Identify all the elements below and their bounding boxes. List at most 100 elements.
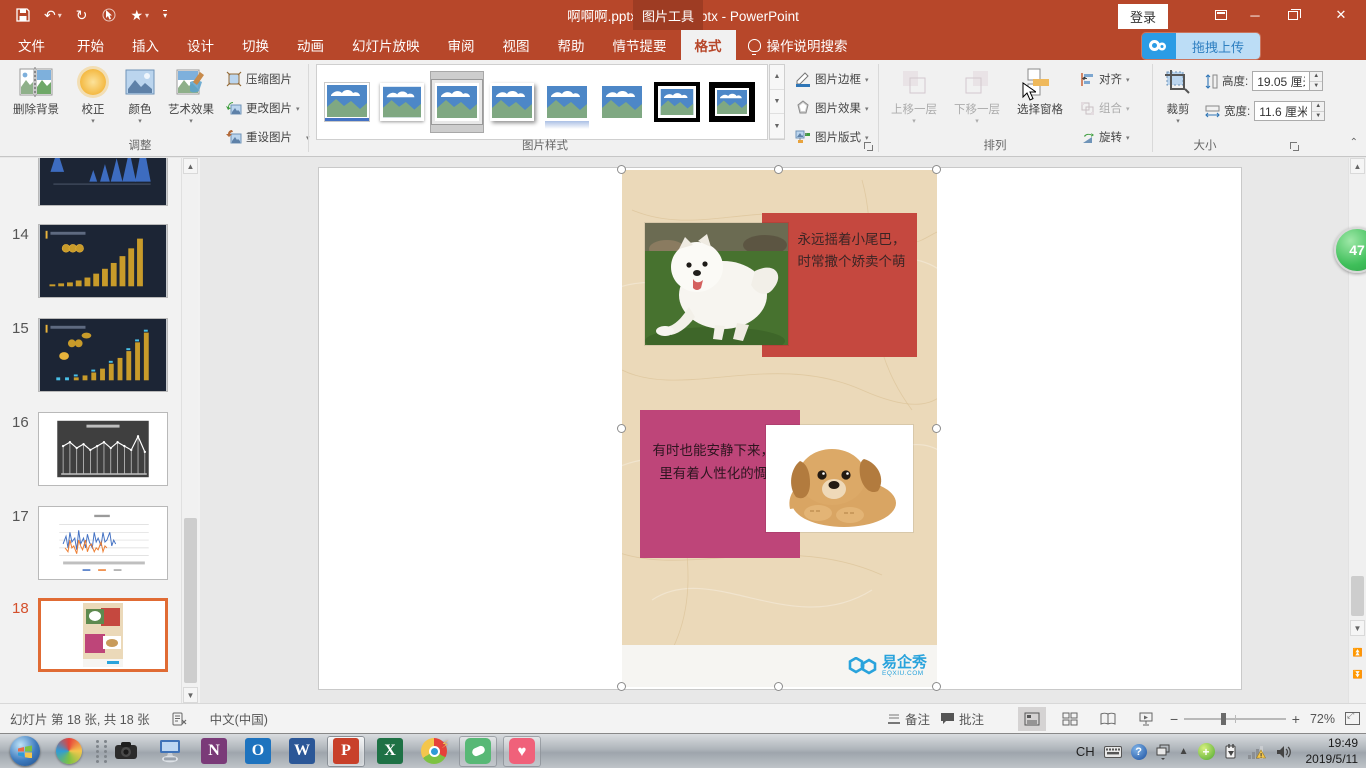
zoom-out-icon[interactable]: − bbox=[1170, 711, 1178, 727]
artistic-effects-button[interactable]: 艺术效果 ▾ bbox=[163, 64, 219, 138]
slide-counter[interactable]: 幻灯片 第 18 张, 共 18 张 bbox=[10, 709, 150, 728]
selection-handle-bottom-center[interactable] bbox=[774, 682, 783, 691]
send-backward-button[interactable]: 下移一层 ▾ bbox=[947, 64, 1007, 138]
tab-transitions[interactable]: 切换 bbox=[228, 30, 283, 60]
thumbnail-slide-13[interactable] bbox=[38, 158, 168, 206]
scroll-down-icon[interactable]: ▼ bbox=[1350, 620, 1365, 636]
rotate-button[interactable]: 旋转 ▾ bbox=[1080, 126, 1130, 148]
tab-design[interactable]: 设计 bbox=[173, 30, 228, 60]
accessibility-check-icon[interactable] bbox=[172, 712, 188, 726]
selection-pane-button[interactable]: 选择窗格 bbox=[1010, 64, 1070, 138]
minimize-button[interactable]: ─ bbox=[1238, 0, 1272, 30]
scroll-up-icon[interactable]: ▲ bbox=[1350, 158, 1365, 174]
thumbnail-slide-18-selected[interactable]: 18 bbox=[38, 598, 168, 672]
puppy-photo[interactable] bbox=[766, 425, 913, 532]
tab-view[interactable]: 视图 bbox=[489, 30, 544, 60]
tray-help-icon[interactable]: ? bbox=[1131, 744, 1147, 760]
selection-handle-top-right[interactable] bbox=[932, 165, 941, 174]
notes-toggle[interactable]: 备注 bbox=[887, 709, 930, 728]
close-button[interactable]: ✕ bbox=[1324, 0, 1358, 30]
drag-upload-button[interactable]: 拖拽上传 bbox=[1142, 33, 1260, 59]
tray-window-icon[interactable] bbox=[1156, 744, 1170, 760]
remove-background-button[interactable]: 删除背景 bbox=[10, 64, 62, 138]
taskbar-app-outlook-icon[interactable]: O bbox=[239, 736, 277, 767]
poster-picture[interactable]: 永远摇着小尾巴，时常撒个娇卖个萌 bbox=[622, 170, 937, 687]
clock[interactable]: 19:49 2019/5/11 bbox=[1300, 736, 1359, 767]
taskbar-app-camera-icon[interactable] bbox=[107, 736, 145, 767]
tab-animations[interactable]: 动画 bbox=[283, 30, 338, 60]
thumbnail-slide-14[interactable]: 14 bbox=[38, 224, 168, 298]
picture-border-button[interactable]: 图片边框 ▾ bbox=[795, 68, 869, 90]
reading-view-button[interactable] bbox=[1094, 707, 1122, 731]
collapse-ribbon-icon[interactable]: ⌃ bbox=[1350, 137, 1358, 148]
tab-file[interactable]: 文件 bbox=[0, 30, 63, 60]
tab-slideshow[interactable]: 幻灯片放映 bbox=[338, 30, 434, 60]
tab-review[interactable]: 审阅 bbox=[434, 30, 489, 60]
thumbnail-slide-16[interactable]: 16 bbox=[38, 412, 168, 486]
picture-style-1[interactable] bbox=[321, 72, 373, 132]
thumb-scroll-up-icon[interactable]: ▲ bbox=[183, 158, 198, 174]
zoom-slider-thumb[interactable] bbox=[1221, 713, 1226, 725]
tray-volume-icon[interactable] bbox=[1276, 745, 1291, 759]
height-input[interactable] bbox=[1252, 71, 1310, 91]
picture-style-2[interactable] bbox=[376, 72, 428, 132]
slide-sorter-view-button[interactable] bbox=[1056, 707, 1084, 731]
picture-style-3-selected[interactable] bbox=[431, 72, 483, 132]
tray-show-hidden-icon[interactable]: ▲ bbox=[1179, 746, 1189, 757]
start-button[interactable] bbox=[6, 736, 44, 767]
taskbar-app-excel-icon[interactable]: X bbox=[371, 736, 409, 767]
compress-pictures-button[interactable]: 压缩图片 bbox=[226, 68, 292, 90]
picture-layout-button[interactable]: 图片版式 ▾ bbox=[795, 126, 869, 148]
tell-me-search[interactable]: 操作说明搜索 bbox=[736, 30, 860, 60]
language-indicator[interactable]: 中文(中国) bbox=[210, 709, 268, 728]
picture-style-4[interactable] bbox=[486, 72, 538, 132]
thumbnail-scrollbar[interactable]: ▲ ▼ bbox=[181, 158, 198, 703]
taskbar-app-chrome-icon[interactable]: ⚡ bbox=[415, 736, 453, 767]
thumbnail-slide-17[interactable]: 17 bbox=[38, 506, 168, 580]
picture-effects-button[interactable]: 图片效果 ▾ bbox=[795, 97, 869, 119]
thumbnail-slide-15[interactable]: 15 bbox=[38, 318, 168, 392]
corrections-button[interactable]: 校正 ▾ bbox=[70, 64, 116, 138]
slideshow-view-button[interactable] bbox=[1132, 707, 1160, 731]
next-slide-icon[interactable]: ⏬ bbox=[1350, 666, 1365, 682]
touch-mouse-mode-icon[interactable] bbox=[101, 8, 116, 23]
tab-insert[interactable]: 插入 bbox=[118, 30, 173, 60]
color-button[interactable]: 颜色 ▾ bbox=[118, 64, 162, 138]
tray-language-indicator[interactable]: CH bbox=[1076, 744, 1095, 759]
gallery-scroll-down[interactable]: ▼ bbox=[770, 90, 784, 115]
width-input[interactable] bbox=[1254, 101, 1312, 121]
taskbar-app-powerpoint-active[interactable]: P bbox=[327, 736, 365, 767]
size-dialog-launcher[interactable] bbox=[1288, 140, 1300, 152]
sign-in-button[interactable]: 登录 bbox=[1118, 4, 1168, 29]
ribbon-display-options-icon[interactable] bbox=[1204, 0, 1238, 30]
undo-icon[interactable]: ↶▾ bbox=[44, 7, 62, 24]
selection-handle-mid-left[interactable] bbox=[617, 424, 626, 433]
zoom-percentage[interactable]: 72% bbox=[1310, 712, 1335, 726]
selection-handle-mid-right[interactable] bbox=[932, 424, 941, 433]
slide-page[interactable]: 永远摇着小尾巴，时常撒个娇卖个萌 bbox=[319, 168, 1241, 689]
normal-view-button[interactable] bbox=[1018, 707, 1046, 731]
customize-qat-icon[interactable]: ▾ bbox=[163, 10, 167, 20]
samoyed-dog-photo[interactable] bbox=[645, 223, 788, 345]
comments-toggle[interactable]: 批注 bbox=[940, 709, 984, 728]
tray-keyboard-icon[interactable] bbox=[1104, 746, 1122, 758]
picture-style-6[interactable] bbox=[596, 72, 648, 132]
bring-forward-button[interactable]: 上移一层 ▾ bbox=[884, 64, 944, 138]
previous-slide-icon[interactable]: ⏫ bbox=[1350, 644, 1365, 660]
group-button[interactable]: 组合 ▾ bbox=[1080, 97, 1130, 119]
tray-antivirus-icon[interactable]: + bbox=[1198, 743, 1215, 760]
restore-button[interactable] bbox=[1276, 0, 1310, 30]
redo-icon[interactable]: ↻ bbox=[76, 7, 88, 24]
thumb-scroll-down-icon[interactable]: ▼ bbox=[183, 687, 198, 703]
reset-picture-button[interactable]: 重设图片 ▾ bbox=[226, 126, 310, 148]
selection-handle-bottom-left[interactable] bbox=[617, 682, 626, 691]
tray-power-plug-icon[interactable] bbox=[1224, 743, 1238, 760]
canvas-scrollbar[interactable]: ▲ ▼ ⏫ ⏬ 47 bbox=[1348, 158, 1366, 703]
change-picture-button[interactable]: 更改图片 ▾ bbox=[226, 97, 300, 119]
tab-home[interactable]: 开始 bbox=[63, 30, 118, 60]
tab-help[interactable]: 帮助 bbox=[544, 30, 599, 60]
tray-network-warning-icon[interactable] bbox=[1247, 744, 1267, 760]
save-icon[interactable] bbox=[16, 8, 30, 22]
selection-handle-top-center[interactable] bbox=[774, 165, 783, 174]
crop-button[interactable]: 裁剪 ▾ bbox=[1158, 64, 1198, 138]
